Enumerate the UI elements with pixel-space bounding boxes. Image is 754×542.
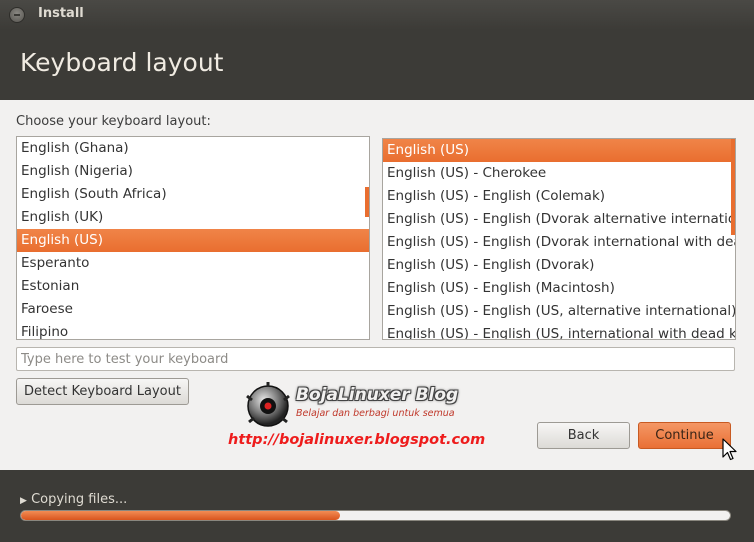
watermark-tagline: Belajar dan berbagi untuk semua: [296, 408, 455, 419]
variant-list-item[interactable]: English (US) - Cherokee: [383, 162, 735, 185]
layout-list-item[interactable]: English (Nigeria): [17, 160, 369, 183]
mouse-pointer-icon: [722, 438, 737, 461]
variant-list-item[interactable]: English (US) - English (US, internationa…: [383, 323, 735, 339]
layout-list-item[interactable]: English (South Africa): [17, 183, 369, 206]
keyboard-layout-list[interactable]: English (Ghana) English (Nigeria) Englis…: [16, 136, 370, 340]
variant-list-scrollbar[interactable]: [731, 139, 735, 235]
watermark-url: http://bojalinuxer.blogspot.com: [228, 432, 486, 448]
progress-bar: [20, 510, 731, 521]
page-title: Keyboard layout: [20, 48, 224, 77]
progress-bar-fill: [21, 511, 341, 520]
watermark-name: BojaLinuxer Blog: [296, 385, 459, 405]
title-bar: Install: [0, 0, 754, 30]
progress-status-text: Copying files...: [31, 492, 128, 507]
continue-button[interactable]: Continue: [638, 422, 731, 449]
watermark: BojaLinuxer Blog Belajar dan berbagi unt…: [228, 382, 485, 454]
variant-list-item[interactable]: English (US) - English (Dvorak alternati…: [383, 208, 735, 231]
window-title: Install: [38, 6, 84, 21]
variant-list-item[interactable]: English (US) - English (US, alternative …: [383, 300, 735, 323]
progress-label[interactable]: ▶ Copying files...: [20, 492, 127, 507]
variant-list-item[interactable]: English (US) - English (Macintosh): [383, 277, 735, 300]
keyboard-variant-list[interactable]: English (US) English (US) - Cherokee Eng…: [382, 138, 736, 340]
layout-list-item-selected[interactable]: English (US): [17, 229, 369, 252]
layout-list-item[interactable]: English (UK): [17, 206, 369, 229]
variant-list-item-selected[interactable]: English (US): [383, 139, 735, 162]
layout-list-item[interactable]: Esperanto: [17, 252, 369, 275]
bojalinuxer-logo-icon: [246, 382, 290, 427]
expander-triangle-icon[interactable]: ▶: [20, 496, 27, 506]
keyboard-test-input[interactable]: [16, 347, 735, 371]
progress-footer: ▶ Copying files...: [0, 470, 754, 542]
layout-list-item[interactable]: Filipino: [17, 321, 369, 339]
variant-list-item[interactable]: English (US) - English (Colemak): [383, 185, 735, 208]
page-header: Keyboard layout: [0, 30, 754, 100]
back-button[interactable]: Back: [537, 422, 630, 449]
choose-layout-label: Choose your keyboard layout:: [16, 114, 211, 129]
layout-list-scrollbar[interactable]: [365, 187, 369, 217]
variant-list-item[interactable]: English (US) - English (Dvorak internati…: [383, 231, 735, 254]
close-icon[interactable]: [9, 7, 25, 23]
layout-list-item[interactable]: Faroese: [17, 298, 369, 321]
layout-list-item[interactable]: Estonian: [17, 275, 369, 298]
layout-list-item[interactable]: English (Ghana): [17, 137, 369, 160]
detect-keyboard-layout-button[interactable]: Detect Keyboard Layout: [16, 378, 189, 405]
variant-list-item[interactable]: English (US) - English (Dvorak): [383, 254, 735, 277]
main-content: Choose your keyboard layout: English (Gh…: [0, 100, 754, 470]
